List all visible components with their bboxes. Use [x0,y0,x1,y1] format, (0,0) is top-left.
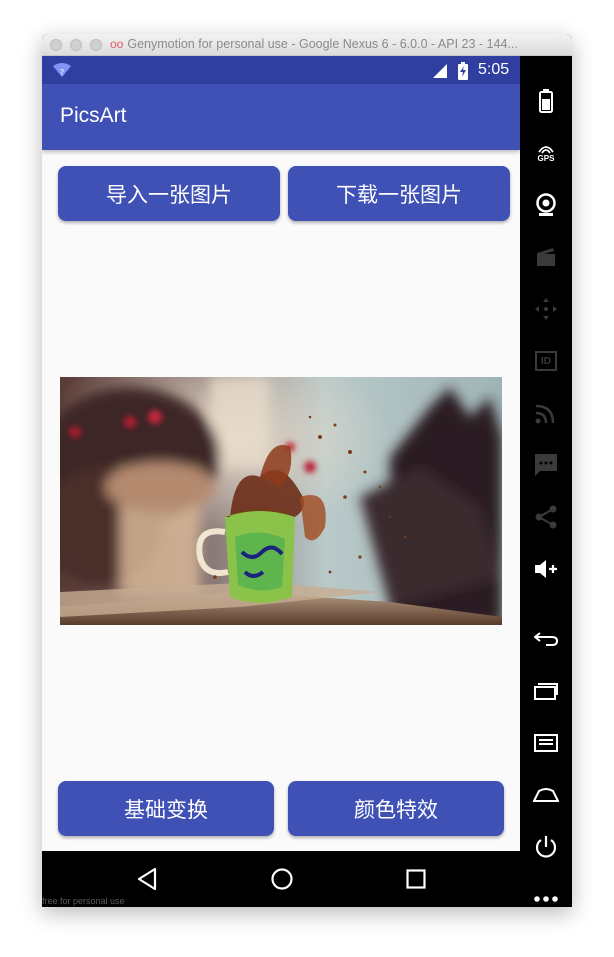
cast-icon[interactable] [531,398,561,428]
window-titlebar: oo Genymotion for personal use - Google N… [42,34,572,56]
basic-transform-button[interactable]: 基础变换 [58,781,274,836]
id-label: ID [541,355,551,367]
nav-recent-icon[interactable] [406,869,426,889]
close-window-button[interactable] [50,39,62,51]
power-icon[interactable] [531,832,561,862]
genymotion-toolbar: GPS ID [520,56,572,907]
color-effects-button[interactable]: 颜色特效 [288,781,504,836]
home-icon[interactable] [531,780,561,810]
wifi-icon: ? [53,63,71,77]
svg-text:?: ? [60,68,64,77]
more-icon[interactable] [531,884,561,907]
app-bar: PicsArt [42,84,520,150]
nav-back-icon[interactable] [136,867,158,891]
battery-icon[interactable] [531,86,561,116]
gps-label: GPS [537,153,555,163]
personal-use-watermark: free for personal use [42,896,125,906]
nav-home-icon[interactable] [270,867,294,891]
status-bar: ? 5:05 [42,56,520,84]
signal-icon [433,64,447,78]
volume-up-icon[interactable] [531,554,561,584]
android-navigation-bar: free for personal use [42,851,520,907]
minimize-window-button[interactable] [70,39,82,51]
back-icon[interactable] [531,624,561,654]
window-title: oo Genymotion for personal use - Google N… [110,37,518,51]
id-icon[interactable]: ID [531,346,561,376]
maximize-window-button[interactable] [90,39,102,51]
emulator-window: oo Genymotion for personal use - Google N… [42,34,572,907]
share-icon[interactable] [531,502,561,532]
webcam-icon[interactable] [531,190,561,220]
status-time: 5:05 [478,61,510,78]
battery-charging-icon [458,62,468,80]
coffee-cup-splash-photo [60,377,502,625]
app-title: PicsArt [60,104,127,127]
recent-apps-icon[interactable] [531,676,561,706]
sms-icon[interactable] [531,450,561,480]
download-image-button[interactable]: 下载一张图片 [288,166,510,221]
import-image-button[interactable]: 导入一张图片 [58,166,280,221]
preview-image [60,377,502,625]
dpad-icon[interactable] [531,294,561,324]
genymotion-logo-icon: oo [110,37,124,51]
gps-icon[interactable]: GPS [531,138,561,168]
clapper-icon[interactable] [531,242,561,272]
device-screen: ? 5:05 PicsArt 导入一张图片 下载一张图片 基础变换 颜色特效 f… [42,56,520,907]
menu-icon[interactable] [531,728,561,758]
